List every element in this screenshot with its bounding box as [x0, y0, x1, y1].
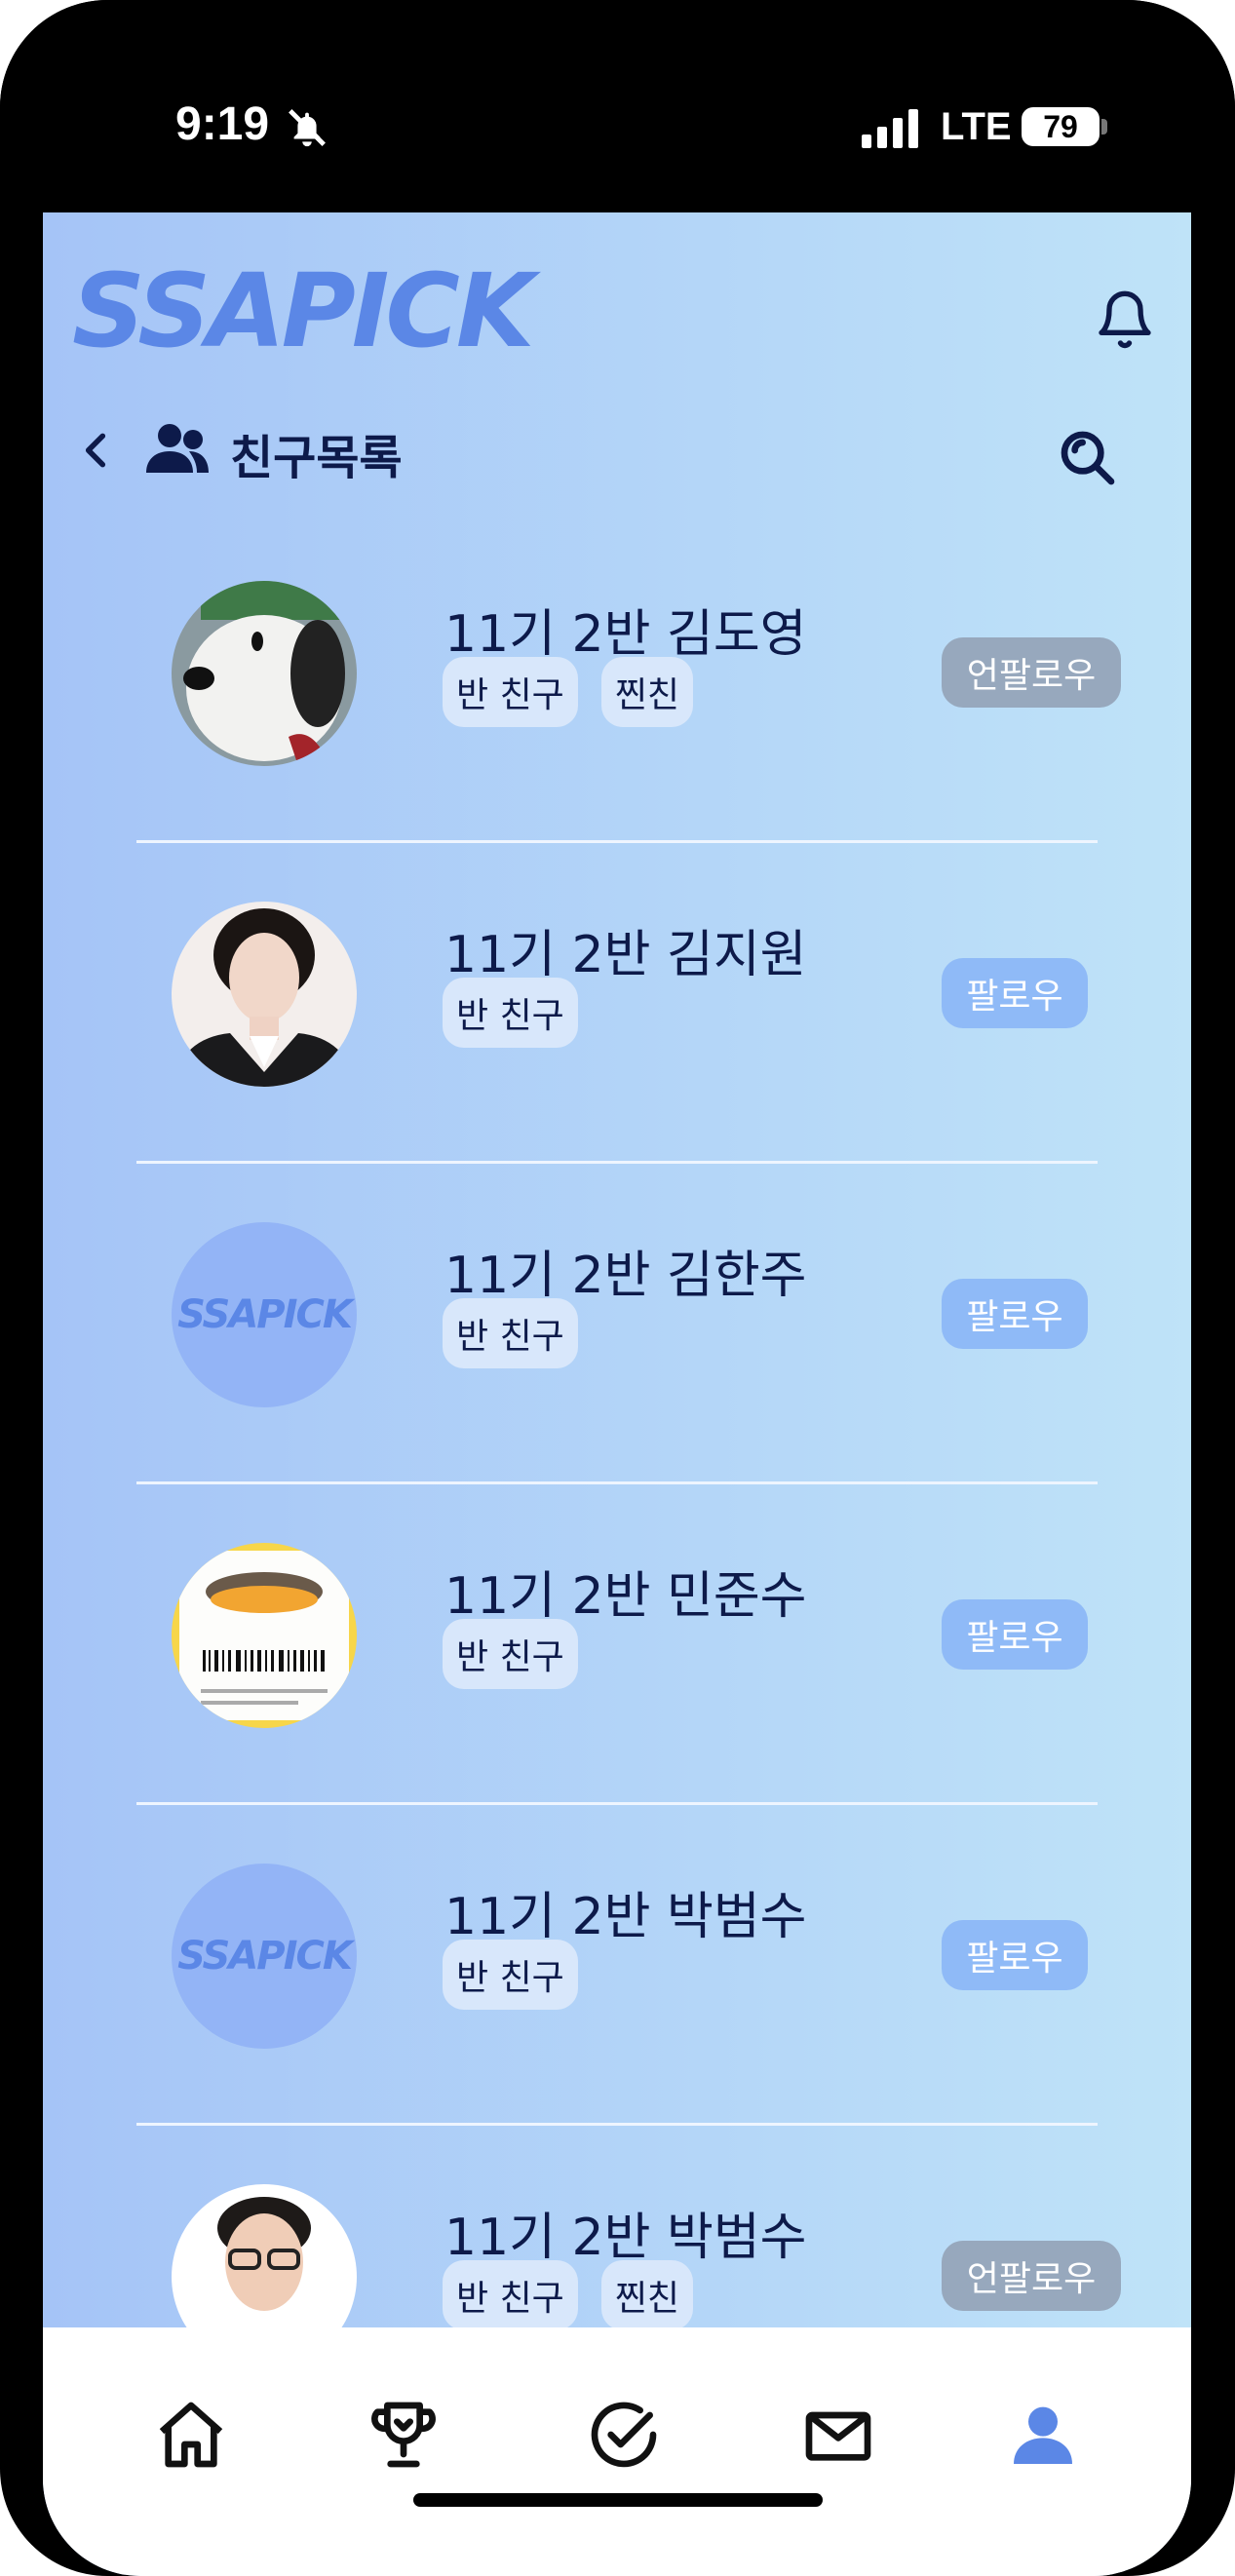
avatar-logo-text: SSAPICK — [177, 1934, 353, 1979]
follow-button[interactable]: 팔로우 — [942, 958, 1088, 1028]
friend-tags: 반 친구 — [443, 1619, 578, 1689]
app-logo: SSAPICK — [72, 251, 534, 370]
home-icon[interactable] — [152, 2396, 230, 2474]
follow-button[interactable]: 팔로우 — [942, 1279, 1088, 1349]
friend-name: 11기 2반 민준수 — [444, 1567, 807, 1626]
friend-tags: 반 친구 — [443, 978, 578, 1048]
page-title: 친구목록 — [230, 431, 403, 485]
tag-badge: 반 친구 — [443, 1298, 578, 1368]
status-bar: 9:19 LTE 79 — [0, 0, 1235, 212]
tag-badge: 반 친구 — [443, 978, 578, 1048]
follow-button[interactable]: 팔로우 — [942, 1920, 1088, 1990]
battery-tip — [1101, 119, 1107, 135]
tag-badge: 반 친구 — [443, 1619, 578, 1689]
tag-badge: 반 친구 — [443, 2260, 578, 2330]
people-icon — [146, 424, 209, 473]
friend-row[interactable]: 11기 2반 김도영 반 친구 찐친 언팔로우 — [136, 522, 1121, 843]
bottom-nav — [43, 2327, 1191, 2576]
friend-name: 11기 2반 박범수 — [444, 1888, 807, 1946]
network-label: LTE — [941, 105, 1012, 148]
friend-row[interactable]: SSAPICK 11기 2반 김한주 반 친구 팔로우 — [136, 1164, 1098, 1484]
friend-name: 11기 2반 김지원 — [444, 926, 807, 984]
tag-badge: 찐친 — [600, 2260, 694, 2330]
signal-icon — [862, 109, 918, 148]
check-circle-icon[interactable] — [585, 2396, 663, 2474]
bell-muted-icon — [289, 109, 326, 147]
unfollow-button[interactable]: 언팔로우 — [942, 2241, 1121, 2311]
home-indicator — [413, 2493, 823, 2507]
mail-icon[interactable] — [799, 2396, 877, 2474]
tag-badge: 반 친구 — [443, 657, 578, 727]
tag-badge: 반 친구 — [443, 1940, 578, 2010]
friend-row[interactable]: SSAPICK 11기 2반 박범수 반 친구 팔로우 — [136, 1805, 1098, 2126]
phone-frame: 9:19 LTE 79 SSAPICK 친구목록 11기 2반 김도영 반 친구… — [0, 0, 1235, 2576]
friend-row[interactable]: 11기 2반 민준수 반 친구 팔로우 — [136, 1484, 1098, 1805]
avatar-logo-text: SSAPICK — [177, 1292, 353, 1337]
back-arrow-icon[interactable] — [78, 429, 113, 472]
trophy-icon[interactable] — [365, 2396, 443, 2474]
friend-name: 11기 2반 김한주 — [444, 1247, 807, 1305]
friend-tags: 반 친구 — [443, 1940, 578, 2010]
friend-tags: 반 친구 찐친 — [443, 2260, 694, 2330]
friend-name: 11기 2반 박범수 — [444, 2209, 807, 2267]
tag-badge: 찐친 — [600, 657, 694, 727]
unfollow-button[interactable]: 언팔로우 — [942, 637, 1121, 708]
friend-tags: 반 친구 찐친 — [443, 657, 694, 727]
follow-button[interactable]: 팔로우 — [942, 1599, 1088, 1670]
avatar-snoopy — [172, 581, 357, 766]
status-time: 9:19 — [175, 98, 270, 150]
app-screen: SSAPICK 친구목록 11기 2반 김도영 반 친구 찐친 언팔로우 11기… — [43, 212, 1191, 2576]
search-icon[interactable] — [1057, 427, 1119, 489]
avatar-receipt — [172, 1543, 357, 1728]
battery-icon: 79 — [1022, 107, 1100, 146]
profile-icon[interactable] — [1004, 2396, 1082, 2474]
friend-list: 11기 2반 김도영 반 친구 찐친 언팔로우 11기 2반 김지원 반 친구 … — [136, 522, 1121, 2443]
friend-tags: 반 친구 — [443, 1298, 578, 1368]
friend-row[interactable]: 11기 2반 김지원 반 친구 팔로우 — [136, 843, 1098, 1164]
friend-name: 11기 2반 김도영 — [444, 605, 807, 664]
avatar-portrait — [172, 902, 357, 1087]
avatar-default: SSAPICK — [172, 1222, 357, 1407]
notification-bell-icon[interactable] — [1094, 288, 1156, 351]
avatar-default: SSAPICK — [172, 1864, 357, 2049]
